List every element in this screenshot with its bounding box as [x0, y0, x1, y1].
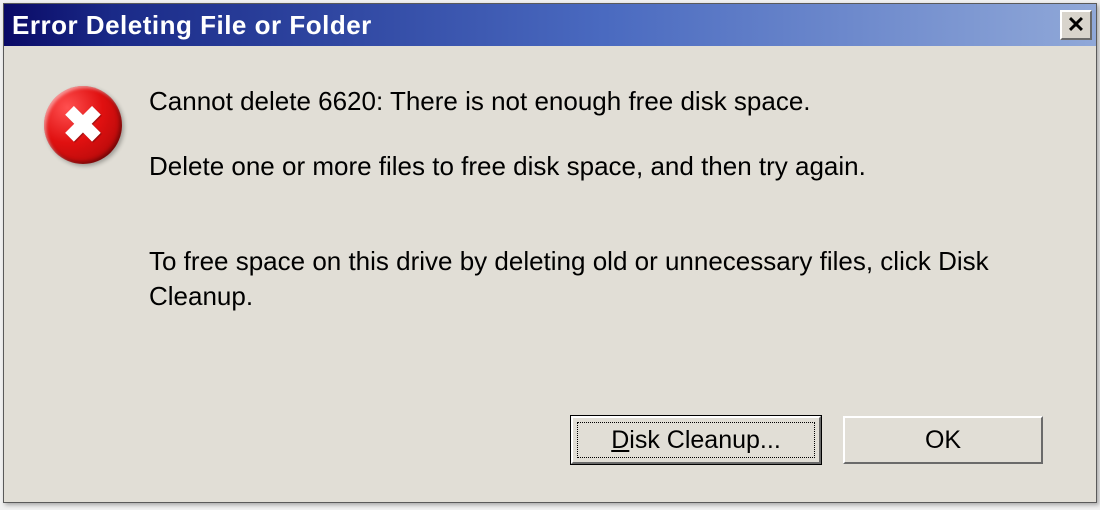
error-icon: ✖ — [44, 86, 122, 164]
message-line-1: Cannot delete 6620: There is not enough … — [149, 84, 1041, 119]
message-column: Cannot delete 6620: There is not enough … — [139, 84, 1061, 314]
dialog-title: Error Deleting File or Folder — [12, 10, 372, 41]
titlebar[interactable]: Error Deleting File or Folder ✕ — [4, 4, 1096, 46]
content-row: ✖ Cannot delete 6620: There is not enoug… — [44, 84, 1061, 416]
icon-column: ✖ — [44, 84, 139, 164]
disk-cleanup-label: Disk Cleanup... — [611, 426, 781, 455]
ok-button[interactable]: OK — [843, 416, 1043, 464]
message-line-2: Delete one or more files to free disk sp… — [149, 149, 1041, 184]
dialog-content: ✖ Cannot delete 6620: There is not enoug… — [4, 46, 1096, 502]
x-mark-icon: ✖ — [62, 100, 104, 150]
message-line-3: To free space on this drive by deleting … — [149, 244, 1041, 314]
disk-cleanup-button[interactable]: Disk Cleanup... — [571, 416, 821, 464]
close-icon: ✕ — [1067, 14, 1085, 36]
close-button[interactable]: ✕ — [1060, 10, 1092, 40]
error-dialog: Error Deleting File or Folder ✕ ✖ Cannot… — [3, 3, 1097, 503]
button-row: Disk Cleanup... OK — [44, 416, 1061, 482]
ok-label: OK — [925, 426, 961, 455]
